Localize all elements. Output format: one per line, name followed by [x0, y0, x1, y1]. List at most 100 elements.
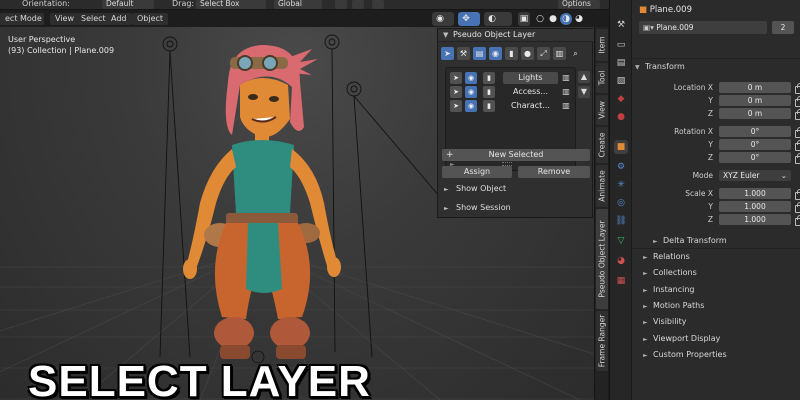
texture-tab-icon[interactable]: ▦	[614, 274, 628, 288]
add-menu[interactable]: Add	[106, 13, 132, 25]
trash-icon[interactable]: ▥	[561, 100, 571, 112]
drag-dropdown[interactable]: Select Box	[196, 0, 266, 9]
instancing-panel[interactable]: ► Instancing	[643, 285, 694, 294]
material-tab-icon[interactable]: ◕	[614, 254, 628, 268]
lock-icon[interactable]	[795, 109, 800, 120]
tab-view[interactable]: View	[596, 95, 608, 125]
object-menu[interactable]: Object	[132, 13, 169, 25]
rendered-shading-icon[interactable]: ◕	[573, 13, 585, 25]
select-layer-icon[interactable]: ➤	[450, 86, 462, 98]
layer-name[interactable]: Access...	[503, 86, 558, 98]
character-model[interactable]	[183, 45, 341, 359]
assign-button[interactable]: Assign	[442, 166, 512, 178]
layer-row[interactable]: ➤ ◉ ▮ Lights ▥	[448, 72, 573, 84]
tab-create[interactable]: Create	[596, 127, 608, 163]
tool-tab-icon[interactable]: ⚒	[614, 18, 628, 32]
view-menu[interactable]: View	[50, 13, 79, 25]
tab-item[interactable]: Item	[596, 29, 608, 61]
transform-space-dropdown[interactable]: Global	[274, 0, 322, 9]
transform-panel-header[interactable]: ▼ Transform	[635, 62, 685, 71]
tab-frame-ranger[interactable]: Frame Ranger	[596, 311, 608, 371]
datablock-field[interactable]: ▣▾ Plane.009	[639, 21, 767, 34]
lock-icon[interactable]: ▮	[505, 47, 518, 60]
viewport-display-panel[interactable]: ► Viewport Display	[643, 334, 720, 343]
particles-tab-icon[interactable]: ✳	[614, 178, 628, 192]
wrench-icon[interactable]: ⚒	[457, 47, 470, 60]
move-down-icon[interactable]: ▼	[578, 86, 590, 98]
lock-icon[interactable]	[795, 127, 800, 138]
rotation-y-field[interactable]: 0°	[719, 139, 791, 150]
constraints-tab-icon[interactable]: ⛓	[614, 214, 628, 228]
visibility-filter-button[interactable]: ◉	[432, 12, 454, 26]
mode-dropdown[interactable]: ect Mode	[0, 13, 44, 25]
orientation-dropdown[interactable]: Default	[102, 0, 154, 9]
tab-animate[interactable]: Animate	[596, 165, 608, 207]
lock-icon[interactable]	[795, 140, 800, 151]
move-up-icon[interactable]: ▲	[578, 71, 590, 83]
data-tab-icon[interactable]: ▽	[614, 234, 628, 248]
lock-icon[interactable]	[795, 215, 800, 226]
tab-tool[interactable]: Tool	[596, 63, 608, 93]
layer-row[interactable]: ➤ ◉ ▮ Access... ▥	[448, 86, 573, 98]
trash-icon[interactable]: ▥	[561, 72, 571, 84]
layer-name[interactable]: Lights	[503, 72, 558, 84]
rotation-mode-dropdown[interactable]: XYZ Euler ⌄	[719, 170, 791, 181]
delta-transform-subpanel[interactable]: ► Delta Transform	[653, 236, 727, 245]
solid-shading-icon[interactable]: ●	[547, 13, 559, 25]
camera-icon[interactable]: ●	[521, 47, 534, 60]
location-z-field[interactable]: 0 m	[719, 108, 791, 119]
show-session-section[interactable]: ► Show Session	[444, 203, 511, 212]
lock-icon[interactable]	[795, 153, 800, 164]
physics-tab-icon[interactable]: ◎	[614, 196, 628, 210]
lock-icon[interactable]	[795, 83, 800, 94]
rotation-z-field[interactable]: 0°	[719, 152, 791, 163]
view-layer-tab-icon[interactable]: ▧	[614, 74, 628, 88]
options-dropdown[interactable]: Options	[558, 0, 600, 9]
trash-icon[interactable]: ▥	[561, 86, 571, 98]
lock-icon[interactable]	[795, 202, 800, 213]
trash-icon[interactable]: ▥	[553, 47, 566, 60]
collections-panel[interactable]: ► Collections	[643, 268, 697, 277]
gizmo-toggle[interactable]: ✥	[458, 12, 480, 26]
wireframe-shading-icon[interactable]: ○	[534, 13, 546, 25]
scale-z-field[interactable]: 1.000	[719, 214, 791, 225]
panel-header[interactable]: ▼ Pseudo Object Layer	[438, 29, 594, 42]
filter-icon[interactable]: ▤	[473, 47, 486, 60]
select-layer-icon[interactable]: ➤	[450, 100, 462, 112]
show-object-section[interactable]: ► Show Object	[444, 184, 506, 193]
user-count[interactable]: 2	[772, 21, 794, 34]
scene-tab-icon[interactable]: ◆	[614, 92, 628, 106]
custom-properties-panel[interactable]: ► Custom Properties	[643, 350, 727, 359]
lock-icon[interactable]	[795, 189, 800, 200]
render-tab-icon[interactable]: ▭	[614, 38, 628, 52]
lock-icon[interactable]	[795, 96, 800, 107]
lock-icon[interactable]: ▮	[483, 100, 495, 112]
remove-button[interactable]: Remove	[518, 166, 590, 178]
world-tab-icon[interactable]: ●	[614, 110, 628, 124]
collapse-arrow-icon[interactable]: ▼	[443, 31, 448, 39]
output-tab-icon[interactable]: ▤	[614, 56, 628, 70]
select-cursor-icon[interactable]: ➤	[441, 47, 454, 60]
lock-icon[interactable]: ▮	[483, 72, 495, 84]
search-icon[interactable]: ⌕	[569, 47, 582, 60]
relations-panel[interactable]: ► Relations	[643, 252, 690, 261]
object-tab-icon[interactable]: ■	[614, 140, 628, 154]
motion-paths-panel[interactable]: ► Motion Paths	[643, 301, 704, 310]
pivot-icon[interactable]	[335, 0, 347, 9]
material-shading-icon[interactable]: ◑	[560, 13, 572, 25]
scale-y-field[interactable]: 1.000	[719, 201, 791, 212]
xray-toggle[interactable]: ▣	[518, 12, 530, 26]
eye-icon[interactable]: ◉	[489, 47, 502, 60]
layer-row[interactable]: ➤ ◉ ▮ Charact... ▥	[448, 100, 573, 112]
location-y-field[interactable]: 0 m	[719, 95, 791, 106]
proportional-edit-icon[interactable]	[372, 0, 384, 9]
modifier-tab-icon[interactable]: ⚙	[614, 160, 628, 174]
snap-icon[interactable]	[352, 0, 364, 9]
rotation-x-field[interactable]: 0°	[719, 126, 791, 137]
scale-icon[interactable]: ⤢	[537, 47, 550, 60]
visibility-panel[interactable]: ► Visibility	[643, 317, 687, 326]
overlay-toggle[interactable]: ◐	[484, 12, 512, 26]
location-x-field[interactable]: 0 m	[719, 82, 791, 93]
scale-x-field[interactable]: 1.000	[719, 188, 791, 199]
eye-icon[interactable]: ◉	[465, 100, 477, 112]
